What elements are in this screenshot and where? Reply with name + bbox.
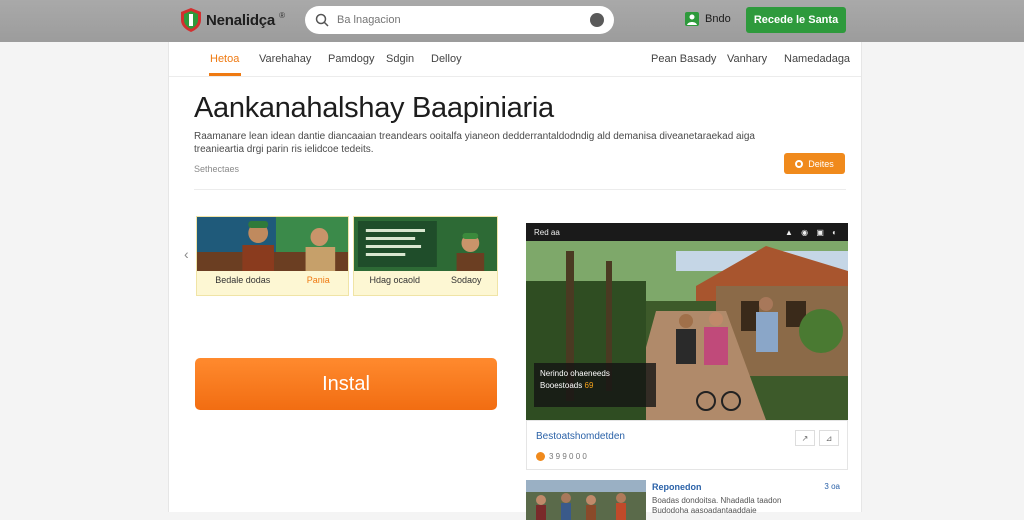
share-button[interactable]: Deites	[784, 153, 845, 174]
divider	[194, 189, 846, 190]
video-actions: ↗ ⊿	[795, 430, 839, 446]
related-count: 3 oa	[824, 482, 840, 491]
related-line2: Budodoha aasoadantaaddaie	[652, 506, 757, 515]
carousel-prev-chevron-icon[interactable]: ‹	[184, 246, 189, 262]
active-tab-indicator	[209, 73, 241, 76]
overlay-line2: Booestoads	[540, 381, 583, 390]
views-icon	[536, 452, 545, 461]
logo[interactable]: Nenalidça ®	[180, 6, 285, 34]
top-bar: Nenalidça ® Bndo Recede le Santa	[0, 0, 1024, 42]
page-title: Aankanahalshay Baapiniaria	[194, 92, 554, 124]
search-bar[interactable]	[305, 6, 614, 34]
tab-delloy[interactable]: Delloy	[431, 53, 462, 65]
overlay-line1: Nerindo ohaeneeds	[540, 369, 610, 378]
card-image	[197, 217, 348, 271]
header-cta-button[interactable]: Recede le Santa	[746, 7, 846, 33]
card-label: Hdag ocaold	[369, 275, 421, 285]
video-views: 3 9 9 0 0 0	[536, 452, 587, 461]
video-bar-title: Red aa	[534, 227, 560, 237]
status-icons: ▲ ◉ ▣ ◐	[785, 227, 840, 237]
brand-name: Nenalidça	[206, 11, 276, 29]
related-title[interactable]: Reponedon	[652, 482, 702, 492]
video-overlay-caption: Nerindo ohaeneeds Booestoads 69	[534, 363, 656, 407]
registered-mark: ®	[279, 10, 285, 20]
card-caption: Bedale dodas Pania	[197, 275, 348, 285]
search-input[interactable]	[335, 13, 590, 27]
carousel-card[interactable]: Hdag ocaold Sodaoy	[353, 216, 498, 296]
overlay-badge: 69	[584, 381, 594, 390]
related-item[interactable]: Reponedon 3 oa Boadas dondoitsa. Nhadadl…	[526, 480, 848, 520]
related-thumbnail	[526, 480, 646, 520]
install-button[interactable]: Instal	[195, 358, 497, 410]
card-tag: Sodaoy	[450, 275, 482, 285]
tab-vanhary[interactable]: Vanhary	[727, 53, 767, 65]
voice-search-icon[interactable]	[590, 13, 604, 27]
page-description: Raamanare lean idean dantie diancaaian t…	[194, 131, 755, 155]
card-label: Bedale dodas	[215, 275, 271, 285]
share-label: Deites	[808, 158, 834, 169]
expand-icon[interactable]: ⊿	[819, 430, 839, 446]
tab-sdgin[interactable]: Sdgin	[386, 53, 414, 65]
video-title-link[interactable]: Bestoatshomdetden	[536, 431, 625, 442]
card-image	[354, 217, 497, 271]
shield-logo-icon	[181, 8, 201, 32]
tab-pamdogy[interactable]: Pamdogy	[328, 53, 374, 65]
content-panel: Hetoa Varehahay Pamdogy Sdgin Delloy Pea…	[168, 42, 862, 520]
tab-hetoa[interactable]: Hetoa	[210, 53, 239, 65]
tab-varehahay[interactable]: Varehahay	[259, 53, 311, 65]
tab-namedadaga[interactable]: Namedadaga	[784, 53, 850, 65]
tab-pean-basady[interactable]: Pean Basady	[651, 53, 716, 65]
video-status-bar: Red aa ▲ ◉ ▣ ◐	[526, 223, 848, 241]
card-caption: Hdag ocaold Sodaoy	[354, 275, 497, 285]
meta-text: Sethectaes	[194, 164, 240, 174]
search-icon	[315, 13, 329, 27]
signin-button[interactable]: Bndo	[684, 11, 731, 27]
card-tag: Pania	[306, 275, 330, 285]
signin-label: Bndo	[705, 13, 731, 25]
share-arrow-icon[interactable]: ↗	[795, 430, 815, 446]
carousel-card[interactable]: Bedale dodas Pania	[196, 216, 349, 296]
share-icon	[795, 159, 804, 168]
user-icon	[685, 12, 699, 26]
video-info: Bestoatshomdetden ↗ ⊿ 3 9 9 0 0 0	[526, 420, 848, 470]
nav-bar: Hetoa Varehahay Pamdogy Sdgin Delloy Pea…	[169, 42, 861, 77]
related-line1: Boadas dondoitsa. Nhadadla taadon	[652, 496, 782, 505]
views-count: 3 9 9 0 0 0	[549, 452, 587, 461]
video-player[interactable]: Red aa ▲ ◉ ▣ ◐ Nerindo ohaeneeds Booesto…	[526, 223, 848, 420]
